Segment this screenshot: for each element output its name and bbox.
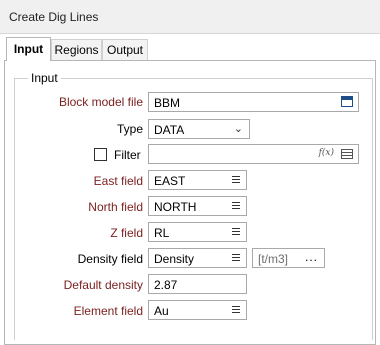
tab-output-label: Output	[106, 43, 144, 57]
density-field-label: Density field	[77, 252, 143, 266]
north-field-input[interactable]: NORTH	[148, 196, 247, 216]
function-icon[interactable]: f(x)	[319, 148, 334, 158]
density-units-input[interactable]: [t/m3] ...	[252, 248, 325, 268]
field-list-icon[interactable]	[232, 254, 240, 263]
tab-output[interactable]: Output	[102, 39, 148, 60]
default-density-value: 2.87	[154, 278, 178, 292]
tab-regions[interactable]: Regions	[51, 39, 102, 60]
density-field-input[interactable]: Density	[148, 248, 247, 268]
type-label: Type	[116, 122, 143, 136]
tab-input-label: Input	[13, 42, 44, 56]
type-value: DATA	[154, 123, 185, 137]
z-field-value: RL	[154, 226, 170, 240]
element-field-label: Element field	[73, 304, 143, 318]
filter-input[interactable]: f(x)	[148, 144, 359, 164]
east-field-label: East field	[93, 174, 143, 188]
block-model-file-value: BBM	[154, 96, 181, 110]
browse-file-icon[interactable]	[341, 96, 353, 107]
block-model-file-label: Block model file	[58, 95, 143, 109]
density-units-placeholder: [t/m3]	[258, 252, 289, 266]
field-list-icon[interactable]	[232, 306, 240, 315]
filter-checkbox[interactable]	[94, 148, 107, 161]
default-density-label: Default density	[63, 278, 143, 292]
north-field-value: NORTH	[154, 200, 197, 214]
north-field-label: North field	[88, 200, 143, 214]
element-field-value: Au	[154, 304, 169, 318]
field-list-icon[interactable]	[232, 228, 240, 237]
filter-list-icon[interactable]	[341, 149, 353, 159]
element-field-input[interactable]: Au	[148, 300, 247, 320]
tab-regions-label: Regions	[54, 43, 99, 57]
east-field-value: EAST	[154, 174, 186, 188]
window-title: Create Dig Lines	[9, 10, 99, 24]
default-density-input[interactable]: 2.87	[148, 274, 247, 294]
z-field-label: Z field	[110, 226, 143, 240]
title-bar: Create Dig Lines	[0, 0, 380, 34]
block-model-file-input[interactable]: BBM	[148, 92, 359, 112]
chevron-down-icon: ⌄	[233, 123, 243, 135]
type-select[interactable]: DATA ⌄	[148, 119, 250, 139]
filter-label: Filter	[114, 148, 141, 162]
field-list-icon[interactable]	[232, 176, 240, 185]
east-field-input[interactable]: EAST	[148, 170, 247, 190]
tab-input[interactable]: Input	[6, 37, 51, 61]
field-list-icon[interactable]	[232, 202, 240, 211]
input-group-title: Input	[28, 71, 61, 85]
z-field-input[interactable]: RL	[148, 222, 247, 242]
tab-strip: Input Regions Output	[0, 34, 380, 61]
units-browse-button[interactable]: ...	[305, 250, 318, 264]
density-field-value: Density	[154, 252, 195, 266]
